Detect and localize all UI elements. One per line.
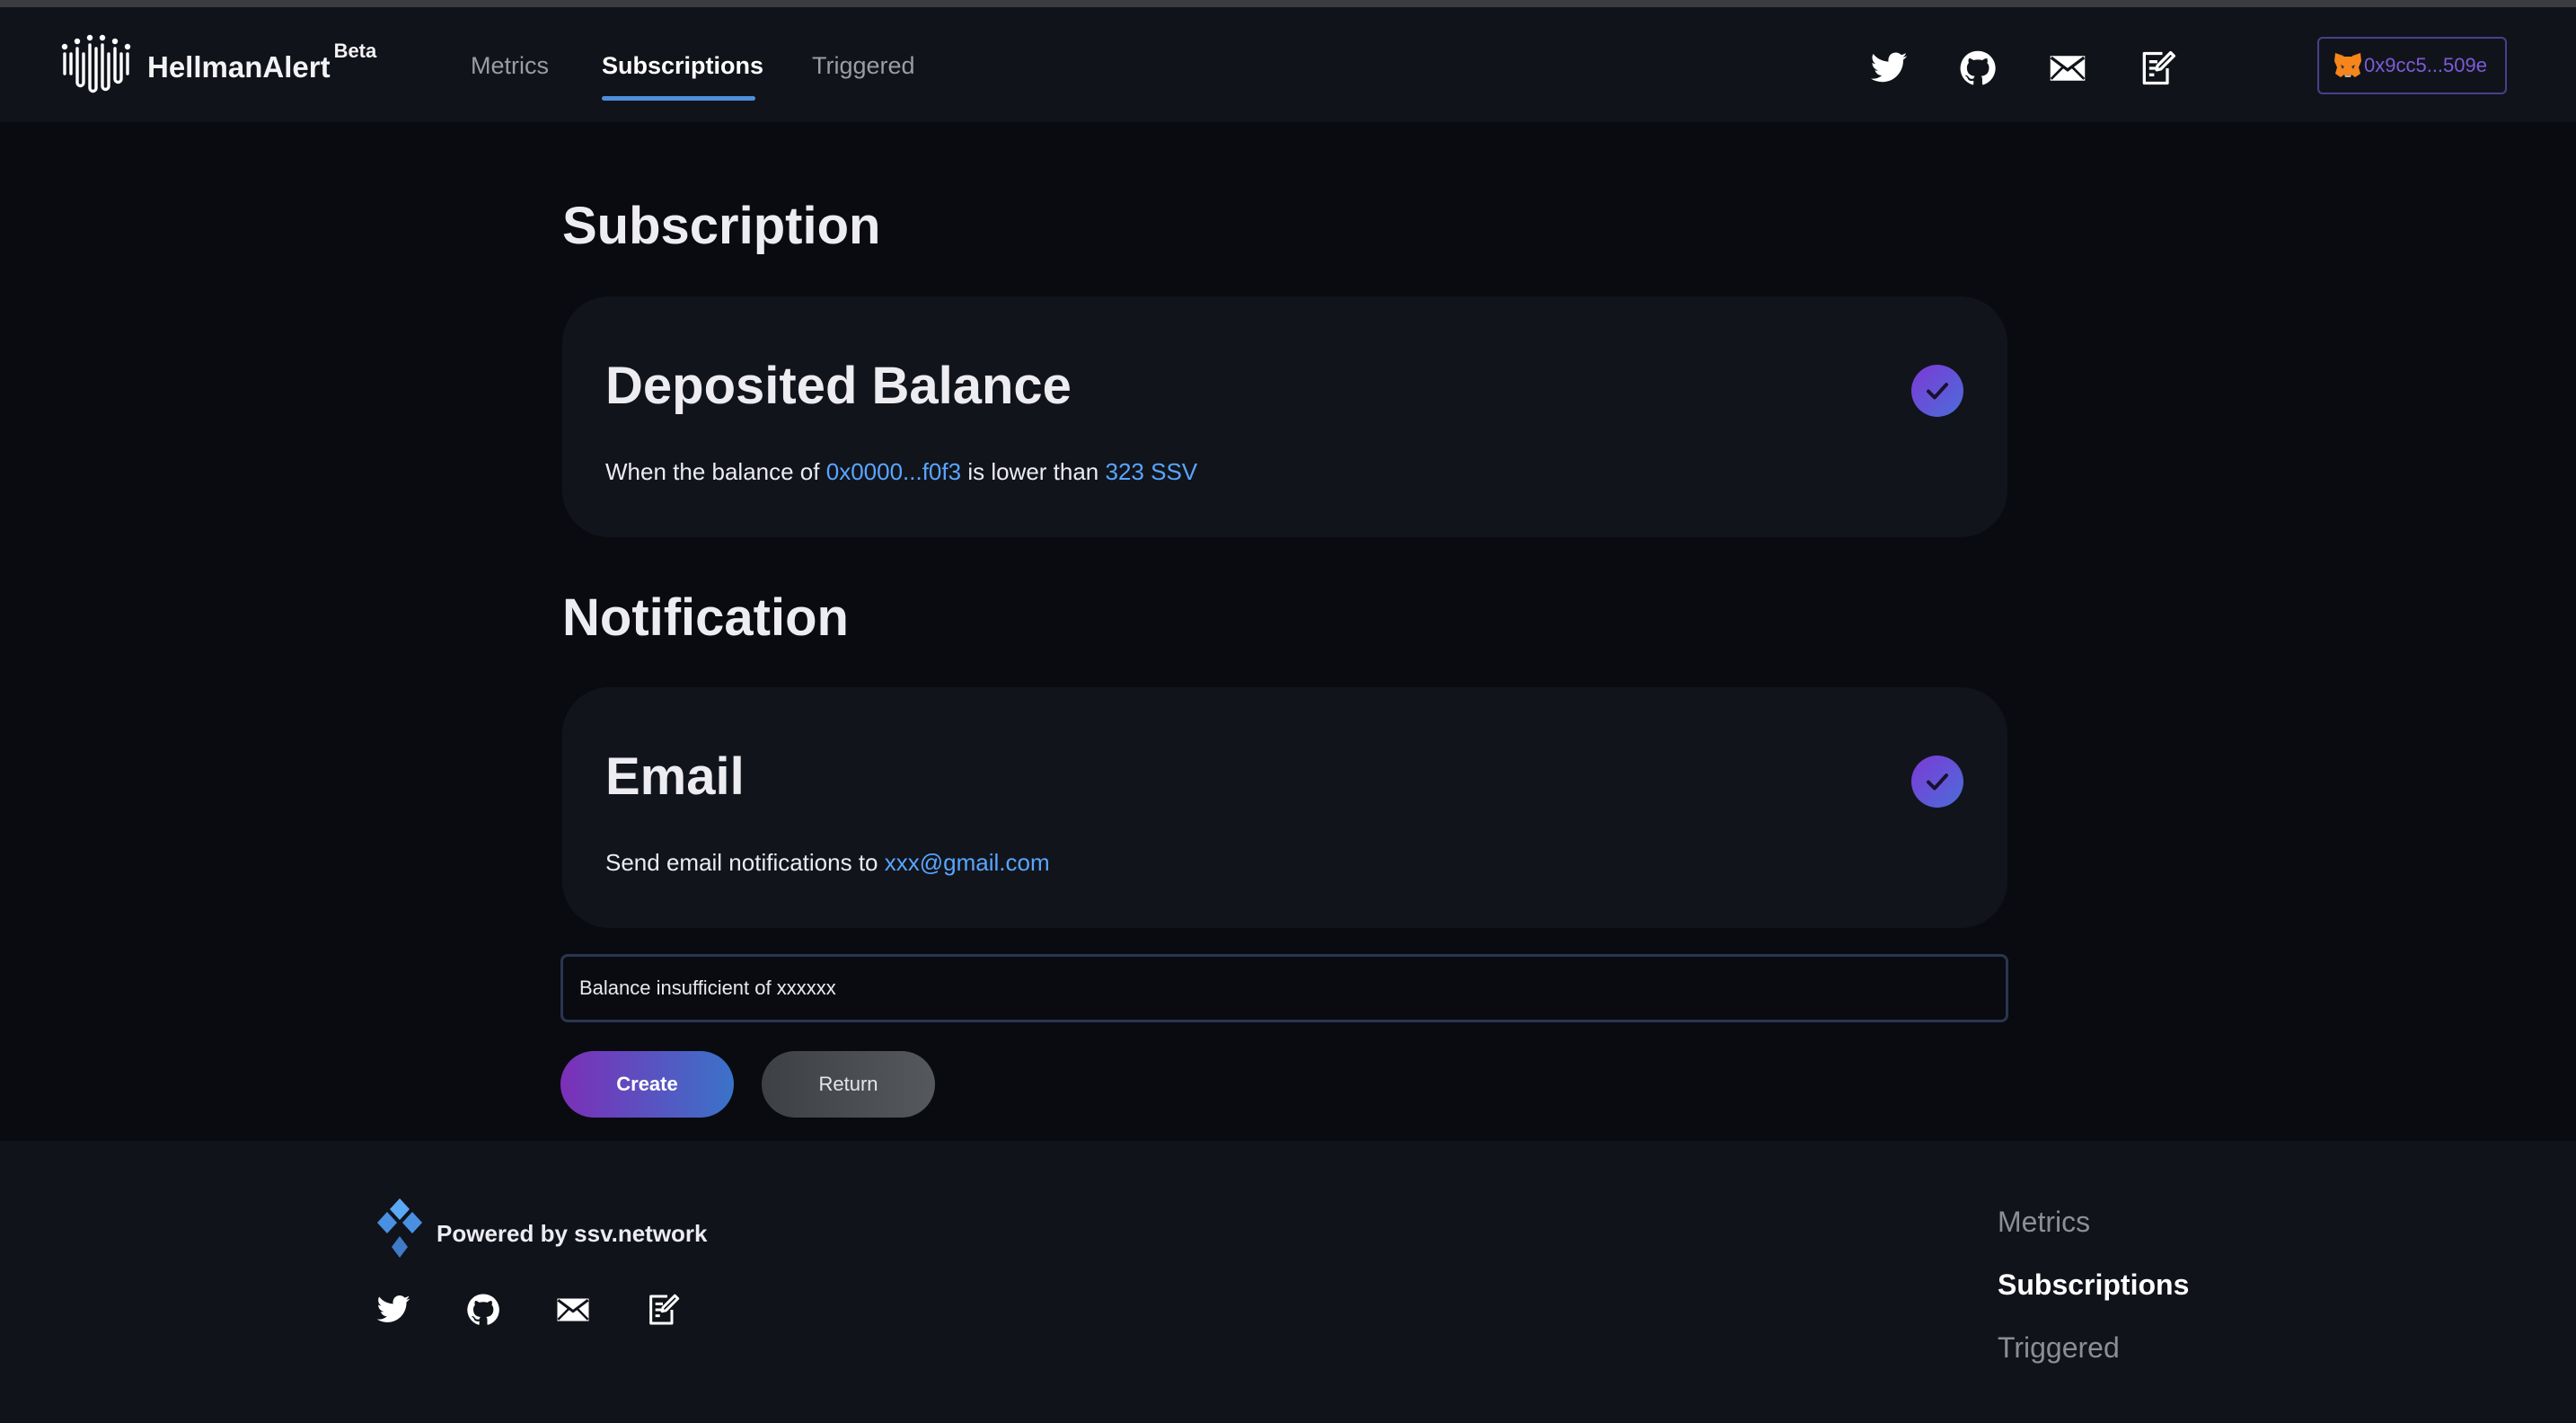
notification-heading: Notification [562,588,849,647]
twitter-icon[interactable] [1869,49,1909,88]
top-navbar: HellmanAlert Beta Metrics Subscriptions … [0,7,2576,122]
brand-logo[interactable]: HellmanAlert Beta [59,34,376,93]
footer: Powered by ssv.network Metrics Subscript… [0,1141,2576,1423]
notification-card[interactable]: Email Send email notifications to xxx@gm… [562,687,2007,928]
github-icon[interactable] [1958,49,1998,88]
wallet-button[interactable]: 0x9cc5...509e [2317,37,2507,94]
subscription-card[interactable]: Deposited Balance When the balance of 0x… [562,296,2007,537]
powered-by-text: Powered by ssv.network [437,1220,708,1247]
ssv-logo-icon [377,1198,422,1258]
wallet-address: 0x9cc5...509e [2364,54,2487,76]
balance-threshold: 323 SSV [1105,458,1198,485]
footer-nav-subscriptions[interactable]: Subscriptions [1998,1268,2189,1302]
metamask-fox-icon [2334,53,2361,77]
footer-docs-icon[interactable] [645,1292,681,1328]
footer-github-icon[interactable] [465,1292,501,1328]
beta-badge: Beta [333,40,377,62]
notification-check-icon [1911,756,1963,808]
active-nav-indicator [602,96,755,101]
nav-metrics[interactable]: Metrics [471,52,549,80]
alert-message-input[interactable] [560,954,2008,1022]
notification-email: xxx@gmail.com [884,849,1050,876]
footer-nav-triggered[interactable]: Triggered [1998,1331,2120,1365]
desc-middle: is lower than [967,458,1099,485]
notification-card-title: Email [605,747,745,806]
desc-prefix: Send email notifications to [605,849,878,876]
mail-icon[interactable] [2048,49,2087,88]
create-button[interactable]: Create [560,1051,734,1118]
footer-nav-metrics[interactable]: Metrics [1998,1206,2090,1239]
desc-prefix: When the balance of [605,458,820,485]
subscription-card-title: Deposited Balance [605,357,1072,415]
nav-triggered[interactable]: Triggered [812,52,915,80]
subscription-heading: Subscription [562,197,881,255]
return-button[interactable]: Return [762,1051,935,1118]
brand-name: HellmanAlert [147,50,331,84]
subscription-check-icon [1911,365,1963,417]
subscription-description: When the balance of 0x0000...f0f3 is low… [605,458,1197,486]
hellman-logo-icon [61,34,131,93]
docs-icon[interactable] [2138,49,2177,88]
operator-address: 0x0000...f0f3 [825,458,962,485]
nav-subscriptions[interactable]: Subscriptions [602,52,763,80]
footer-mail-icon[interactable] [555,1292,591,1328]
window-top-border [0,0,2576,7]
notification-description: Send email notifications to xxx@gmail.co… [605,849,1050,877]
footer-twitter-icon[interactable] [375,1292,411,1328]
